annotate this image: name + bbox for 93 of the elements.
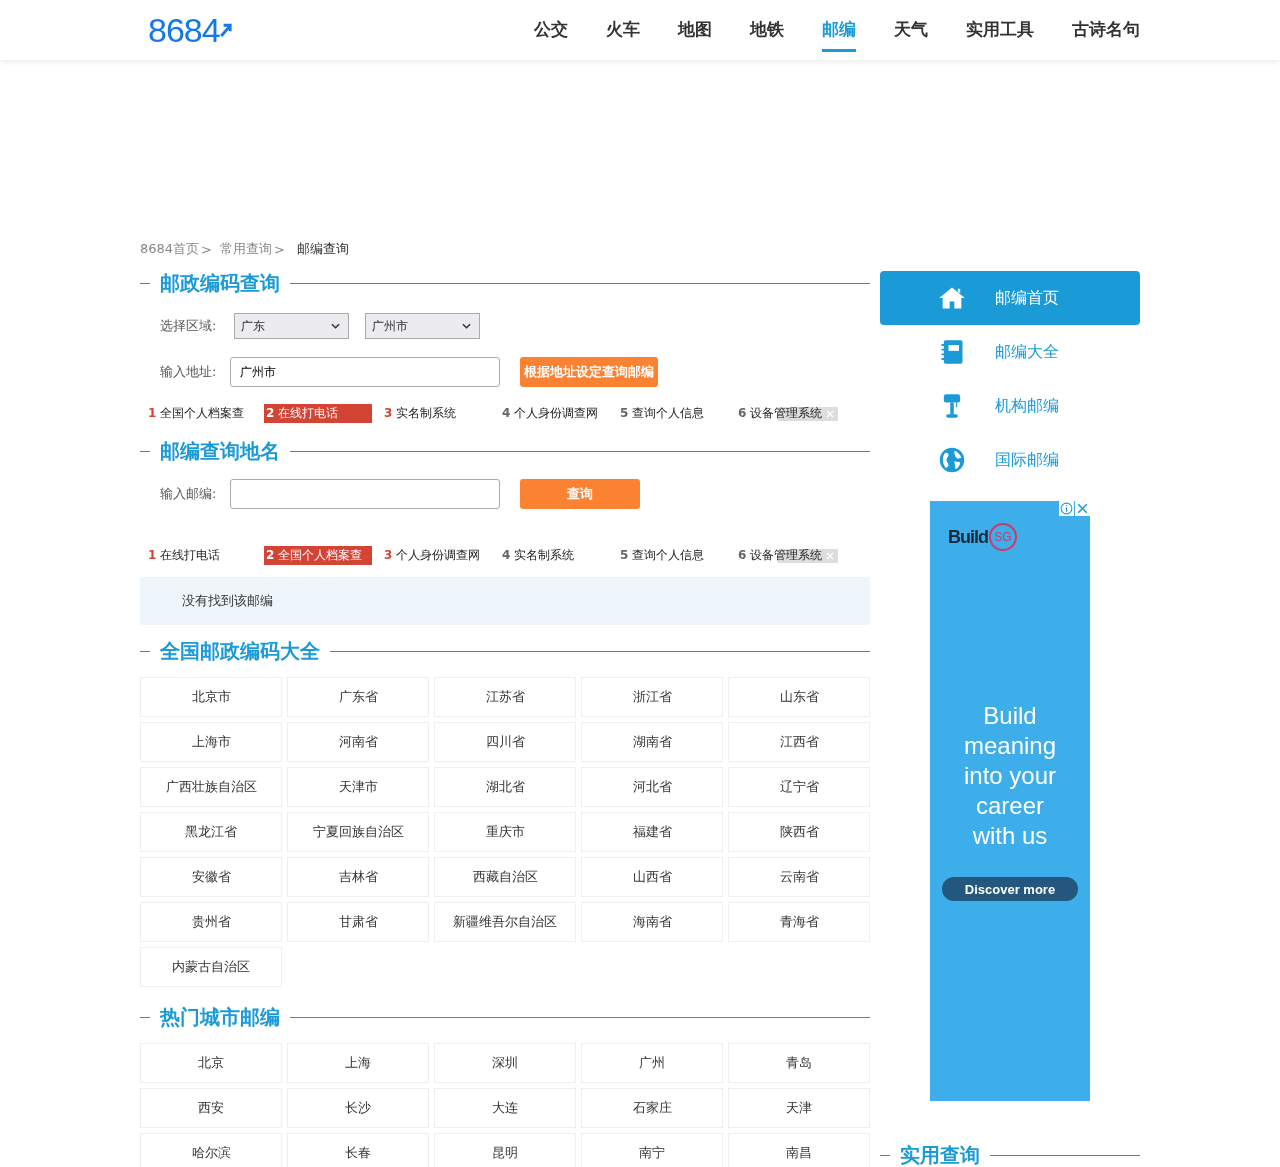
city-link[interactable]: 昆明 [434, 1133, 576, 1167]
province-link[interactable]: 江苏省 [434, 677, 576, 717]
city-select[interactable]: 广州市 [365, 313, 480, 339]
province-link[interactable]: 辽宁省 [728, 767, 870, 807]
ad-link[interactable]: 1 全国个人档案查 [146, 403, 264, 423]
ad-link[interactable]: 2 全国个人档案查 [264, 545, 372, 565]
result-message: 没有找到该邮编 [140, 577, 870, 625]
ad-link[interactable]: 4 个人身份调查网 [500, 403, 618, 423]
province-link[interactable]: 云南省 [728, 857, 870, 897]
nav-link[interactable]: 古诗名句 [1072, 8, 1140, 52]
province-link[interactable]: 西藏自治区 [434, 857, 576, 897]
city-link[interactable]: 青岛 [728, 1043, 870, 1083]
province-link[interactable]: 新疆维吾尔自治区 [434, 902, 576, 942]
nav-link[interactable]: 地图 [678, 8, 712, 52]
city-link[interactable]: 上海 [287, 1043, 429, 1083]
province-link[interactable]: 山东省 [728, 677, 870, 717]
province-link[interactable]: 河南省 [287, 722, 429, 762]
province-link[interactable]: 湖南省 [581, 722, 723, 762]
province-link[interactable]: 广西壮族自治区 [140, 767, 282, 807]
province-link[interactable]: 吉林省 [287, 857, 429, 897]
province-link[interactable]: 四川省 [434, 722, 576, 762]
globe-icon [938, 446, 966, 474]
province-link[interactable]: 黑龙江省 [140, 812, 282, 852]
city-link[interactable]: 天津 [728, 1088, 870, 1128]
province-link[interactable]: 福建省 [581, 812, 723, 852]
province-link[interactable]: 海南省 [581, 902, 723, 942]
breadcrumb-separator: > [201, 241, 212, 257]
ad-link[interactable]: 3 个人身份调查网 [382, 545, 500, 565]
field-label: 输入邮编: [160, 485, 218, 503]
province-link[interactable]: 广东省 [287, 677, 429, 717]
ad-link[interactable]: 3 实名制系统 [382, 403, 500, 423]
section-title: 邮编查询地名 [160, 437, 280, 465]
ad-link[interactable]: 2 在线打电话 [264, 403, 372, 423]
field-label: 选择区域: [160, 317, 218, 335]
ad-link[interactable]: 5 查询个人信息 [618, 403, 736, 423]
section-title: 邮政编码查询 [160, 269, 280, 297]
breadcrumb-separator: > [274, 241, 285, 257]
nav-link[interactable]: 地铁 [750, 8, 784, 52]
province-link[interactable]: 河北省 [581, 767, 723, 807]
address-input[interactable]: 广州市 [230, 357, 500, 387]
breadcrumb-link[interactable]: 8684首页 [140, 240, 200, 258]
ad-link[interactable]: 6 设备管理系统 [736, 403, 854, 423]
province-link[interactable]: 甘肃省 [287, 902, 429, 942]
province-link[interactable]: 陕西省 [728, 812, 870, 852]
province-link[interactable]: 北京市 [140, 677, 282, 717]
field-label: 输入地址: [160, 363, 218, 381]
province-link[interactable]: 江西省 [728, 722, 870, 762]
site-logo[interactable]: 8684 [148, 10, 232, 50]
province-link[interactable]: 浙江省 [581, 677, 723, 717]
city-link[interactable]: 南宁 [581, 1133, 723, 1167]
province-link[interactable]: 安徽省 [140, 857, 282, 897]
province-link[interactable]: 宁夏回族自治区 [287, 812, 429, 852]
city-link[interactable]: 大连 [434, 1088, 576, 1128]
section-title: 全国邮政编码大全 [160, 637, 320, 665]
province-link[interactable]: 贵州省 [140, 902, 282, 942]
city-link[interactable]: 石家庄 [581, 1088, 723, 1128]
section-title: 热门城市邮编 [160, 1003, 280, 1031]
province-link[interactable]: 上海市 [140, 722, 282, 762]
breadcrumb-link[interactable]: 邮编查询 [296, 240, 349, 258]
province-link[interactable]: 天津市 [287, 767, 429, 807]
nav-link[interactable]: 实用工具 [966, 8, 1034, 52]
breadcrumb-link[interactable]: 常用查询 [220, 240, 272, 258]
city-link[interactable]: 深圳 [434, 1043, 576, 1083]
ad-headline: Build meaning into your career with us [962, 701, 1058, 851]
province-link[interactable]: 重庆市 [434, 812, 576, 852]
province-link[interactable]: 山西省 [581, 857, 723, 897]
province-link[interactable]: 内蒙古自治区 [140, 947, 282, 987]
ad-link[interactable]: 1 在线打电话 [146, 545, 264, 565]
chevron-icon [462, 323, 471, 329]
ad-brand: Build [948, 526, 988, 548]
city-link[interactable]: 广州 [581, 1043, 723, 1083]
section-title: 实用查询 [900, 1141, 980, 1167]
ad-banner[interactable]: Build SG Build meaning into your career with us Discover more [930, 501, 1090, 1101]
chevron-icon [331, 323, 340, 329]
ad-link[interactable]: 4 实名制系统 [500, 545, 618, 565]
info-icon[interactable] [1059, 501, 1074, 516]
city-link[interactable]: 长春 [287, 1133, 429, 1167]
ad-brand-mark: SG [989, 523, 1017, 551]
province-link[interactable]: 湖北省 [434, 767, 576, 807]
nav-link[interactable]: 公交 [534, 8, 568, 52]
city-link[interactable]: 南昌 [728, 1133, 870, 1167]
city-link[interactable]: 西安 [140, 1088, 282, 1128]
ad-link[interactable]: 6 设备管理系统 [736, 545, 854, 565]
city-link[interactable]: 北京 [140, 1043, 282, 1083]
ad-link[interactable]: 5 查询个人信息 [618, 545, 736, 565]
postcode-input[interactable] [230, 479, 500, 509]
nav-link[interactable]: 火车 [606, 8, 640, 52]
province-select[interactable]: 广东 [234, 313, 349, 339]
province-link[interactable]: 青海省 [728, 902, 870, 942]
discover-button[interactable]: Discover more [942, 877, 1078, 901]
city-link[interactable]: 哈尔滨 [140, 1133, 282, 1167]
city-link[interactable]: 长沙 [287, 1088, 429, 1128]
nav-link[interactable]: 天气 [894, 8, 928, 52]
